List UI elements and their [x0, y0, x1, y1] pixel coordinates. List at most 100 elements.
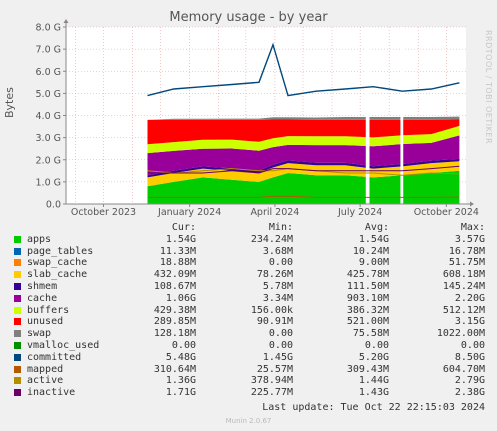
- legend-min-value: 234.24M: [250, 233, 293, 245]
- legend-swatch: [14, 235, 21, 243]
- legend-cur-value: 108.67M: [153, 280, 196, 292]
- legend-cur-value: 0.00: [171, 339, 196, 351]
- legend-avg-value: 903.10M: [346, 292, 389, 304]
- legend-name: unused: [27, 316, 64, 328]
- legend-name: slab_cache: [27, 269, 88, 281]
- y-tick-label: 0.0: [46, 200, 61, 211]
- legend-min-value: 1.45G: [262, 351, 293, 363]
- legend-swatch: [14, 389, 21, 397]
- legend-max-value: 16.78M: [448, 245, 485, 257]
- legend-row-apps: apps 1.54G 234.24M 1.54G 3.57G: [0, 234, 497, 246]
- legend-cur-value: 310.64M: [153, 363, 196, 375]
- legend-min-value: 25.57M: [256, 363, 293, 375]
- legend-swatch: [14, 330, 21, 338]
- legend-cur-value: 432.09M: [153, 269, 196, 281]
- legend-cur-value: 1.06G: [165, 292, 196, 304]
- legend-avg-value: 521.00M: [346, 316, 389, 328]
- legend-max-value: 3.15G: [454, 316, 485, 328]
- legend-name: swap_cache: [27, 257, 88, 269]
- legend-rows: apps 1.54G 234.24M 1.54G 3.57G page_tables 11.…: [0, 234, 497, 399]
- legend-max-value: 145.24M: [442, 280, 485, 292]
- data-gap: [400, 27, 404, 204]
- legend-max-value: 608.18M: [442, 269, 485, 281]
- y-tick-label: 2.0 G: [36, 155, 62, 166]
- legend-avg-value: 75.58M: [352, 328, 389, 340]
- legend-avg-value: 0.00: [364, 339, 389, 351]
- legend-name: cache: [27, 292, 58, 304]
- legend-name: buffers: [27, 304, 70, 316]
- legend-row-cache: cache 1.06G 3.34M 903.10M 2.20G: [0, 293, 497, 305]
- legend-min-value: 0.00: [268, 328, 293, 340]
- legend-min-value: 5.78M: [262, 280, 293, 292]
- data-gap: [365, 27, 370, 204]
- legend-name: swap: [27, 328, 52, 340]
- legend-min-value: 78.26M: [256, 269, 293, 281]
- y-tick-label: 4.0 G: [36, 111, 62, 122]
- legend-swatch: [14, 294, 21, 302]
- legend-max-value: 3.57G: [454, 233, 485, 245]
- legend-cur-value: 1.36G: [165, 375, 196, 387]
- legend-header: Cur: Min: Avg: Max:: [0, 222, 497, 234]
- y-tick-label: 7.0 G: [36, 45, 62, 56]
- legend-max-value: 0.00: [460, 339, 485, 351]
- x-tick-label: April 2024: [250, 207, 299, 218]
- x-tick-label: October 2023: [71, 207, 136, 218]
- legend-name: active: [27, 375, 64, 387]
- y-tick-label: 8.0 G: [36, 23, 62, 34]
- legend-swatch: [14, 365, 21, 373]
- legend-avg-value: 309.43M: [346, 363, 389, 375]
- y-tick-label: 5.0 G: [36, 89, 62, 100]
- legend-avg-value: 1.43G: [358, 387, 389, 399]
- legend-row-swap: swap 128.18M 0.00 75.58M 1022.00M: [0, 328, 497, 340]
- legend-name: apps: [27, 233, 52, 245]
- legend-header-avg: Avg:: [364, 222, 389, 233]
- legend-max-value: 604.70M: [442, 363, 485, 375]
- legend-header-max: Max:: [460, 222, 485, 233]
- legend-avg-value: 425.78M: [346, 269, 389, 281]
- legend-header-min: Min:: [268, 222, 293, 233]
- legend-name: inactive: [27, 387, 76, 399]
- legend-swatch: [14, 353, 21, 361]
- legend-swatch: [14, 377, 21, 385]
- y-tick-label: 3.0 G: [36, 133, 62, 144]
- legend-max-value: 2.79G: [454, 375, 485, 387]
- legend-avg-value: 386.32M: [346, 304, 389, 316]
- legend-max-value: 512.12M: [442, 304, 485, 316]
- legend-min-value: 378.94M: [250, 375, 293, 387]
- x-tick-label: July 2024: [337, 207, 382, 218]
- legend-max-value: 51.75M: [448, 257, 485, 269]
- legend-max-value: 8.50G: [454, 351, 485, 363]
- legend-row-committed: committed 5.48G 1.45G 5.20G 8.50G: [0, 352, 497, 364]
- legend-min-value: 3.34M: [262, 292, 293, 304]
- legend-avg-value: 111.50M: [346, 280, 389, 292]
- legend-name: mapped: [27, 363, 64, 375]
- last-update: Last update: Tue Oct 22 22:15:03 2024: [262, 402, 485, 413]
- legend-row-mapped: mapped 310.64M 25.57M 309.43M 604.70M: [0, 364, 497, 376]
- chart-frame: Memory usage - by year RRDTOOL / TOBI OE…: [0, 0, 497, 431]
- x-tick-label: October 2024: [414, 207, 479, 218]
- legend-row-buffers: buffers 429.38M 156.00k 386.32M 512.12M: [0, 305, 497, 317]
- legend-swatch: [14, 271, 21, 279]
- x-tick-label: January 2024: [157, 207, 221, 218]
- legend-name: vmalloc_used: [27, 339, 100, 351]
- legend-min-value: 156.00k: [250, 304, 293, 316]
- legend-min-value: 0.00: [268, 339, 293, 351]
- legend-row-shmem: shmem 108.67M 5.78M 111.50M 145.24M: [0, 281, 497, 293]
- legend-avg-value: 10.24M: [352, 245, 389, 257]
- x-axis-arrow: [470, 201, 474, 207]
- legend-header-cur: Cur:: [171, 222, 196, 233]
- legend-row-inactive: inactive 1.71G 225.77M 1.43G 2.38G: [0, 387, 497, 399]
- legend-cur-value: 429.38M: [153, 304, 196, 316]
- legend-max-value: 2.20G: [454, 292, 485, 304]
- legend-avg-value: 5.20G: [358, 351, 389, 363]
- legend-max-value: 2.38G: [454, 387, 485, 399]
- legend-cur-value: 11.33M: [159, 245, 196, 257]
- legend-row-active: active 1.36G 378.94M 1.44G 2.79G: [0, 375, 497, 387]
- legend-cur-value: 5.48G: [165, 351, 196, 363]
- legend-cur-value: 289.85M: [153, 316, 196, 328]
- legend-min-value: 3.68M: [262, 245, 293, 257]
- legend-swatch: [14, 247, 21, 255]
- legend-swatch: [14, 318, 21, 326]
- legend-row-swap-cache: swap_cache 18.88M 0.00 9.00M 51.75M: [0, 257, 497, 269]
- legend-row-unused: unused 289.85M 90.91M 521.00M 3.15G: [0, 316, 497, 328]
